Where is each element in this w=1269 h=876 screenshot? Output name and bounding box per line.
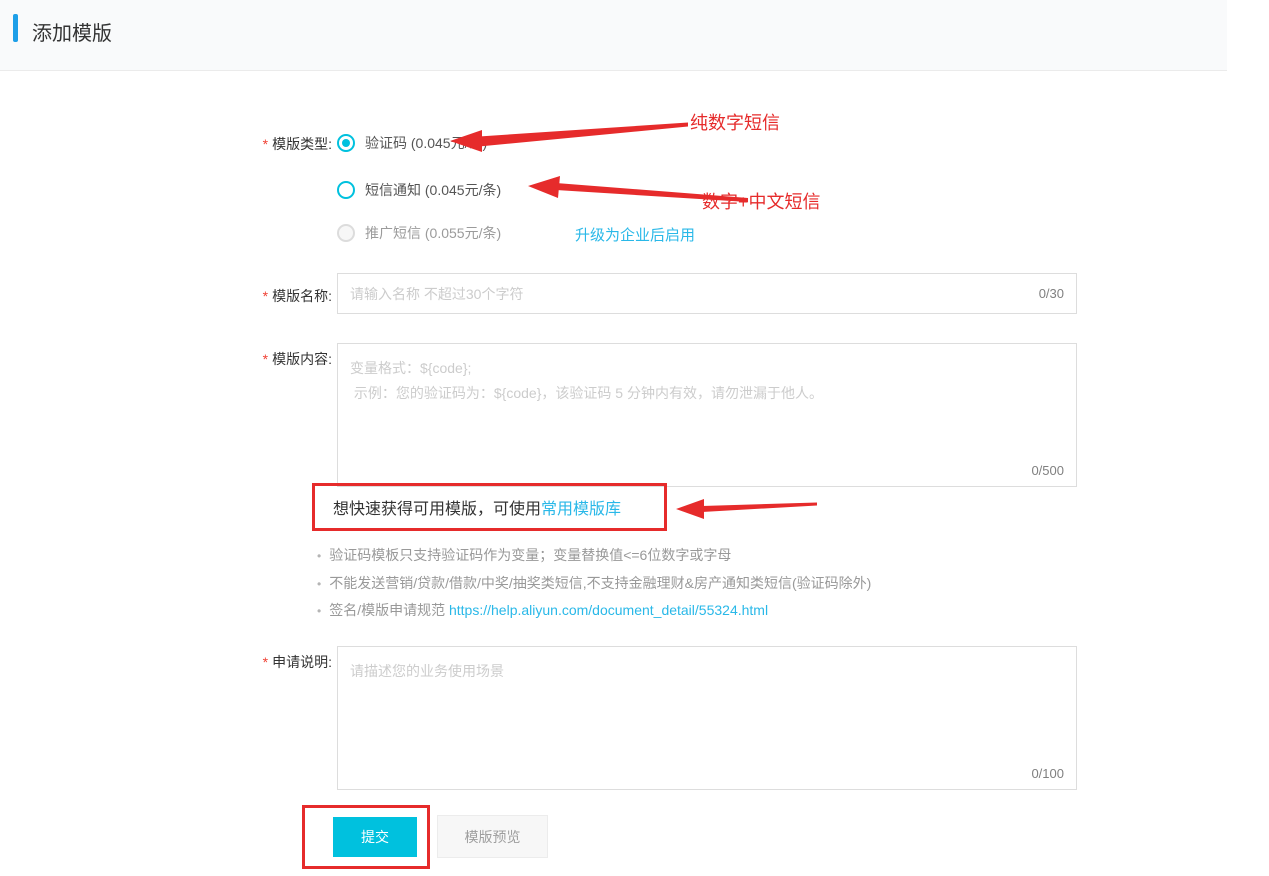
radio-selected-icon[interactable]: [337, 134, 355, 152]
radio-unselected-icon[interactable]: [337, 181, 355, 199]
template-name-input[interactable]: [338, 274, 1076, 313]
hint-text: 想快速获得可用模版，可使用: [333, 495, 541, 519]
apply-description-textarea[interactable]: [338, 647, 1076, 789]
required-asterisk: *: [263, 654, 268, 670]
required-asterisk: *: [263, 351, 268, 367]
add-template-page: 添加模版 *模版类型: 验证码 (0.045元/条) 短信通知 (0.045元/…: [0, 0, 1269, 876]
bullet-icon: •: [317, 549, 321, 563]
bullet-icon: •: [317, 604, 321, 618]
page-header: 添加模版: [0, 0, 1227, 71]
apply-description-label: *申请说明:: [200, 652, 332, 672]
bullet-icon: •: [317, 577, 321, 591]
name-char-counter: 0/30: [1039, 286, 1064, 301]
apply-description-field: 0/100: [337, 646, 1077, 790]
common-template-library-link[interactable]: 常用模版库: [541, 495, 621, 519]
note-forbidden-content: •不能发送营销/贷款/借款/中奖/抽奖类短信,不支持金融理财&房产通知类短信(验…: [317, 573, 871, 593]
hint-red-annotation-box: 想快速获得可用模版，可使用常用模版库: [312, 483, 667, 531]
radio-label: 推广短信 (0.055元/条): [365, 223, 501, 243]
radio-label: 短信通知 (0.045元/条): [365, 180, 501, 200]
annotation-digit-chinese-sms: 数字+中文短信: [702, 188, 821, 214]
template-name-label: *模版名称:: [200, 286, 332, 306]
radio-dot: [342, 139, 350, 147]
required-asterisk: *: [263, 136, 268, 152]
content-char-counter: 0/500: [1031, 463, 1064, 478]
required-asterisk: *: [263, 288, 268, 304]
template-name-field: 0/30: [337, 273, 1077, 314]
template-content-label: *模版内容:: [200, 349, 332, 369]
apply-char-counter: 0/100: [1031, 766, 1064, 781]
annotation-pure-digit-sms: 纯数字短信: [690, 109, 780, 135]
radio-option-sms-notification[interactable]: 短信通知 (0.045元/条): [337, 180, 501, 200]
submit-button[interactable]: 提交: [333, 817, 417, 857]
note-variable-rule: •验证码模板只支持验证码作为变量；变量替换值<=6位数字或字母: [317, 545, 731, 565]
radio-option-promo-sms: 推广短信 (0.055元/条): [337, 223, 501, 243]
radio-option-verification-code[interactable]: 验证码 (0.045元/条): [337, 133, 487, 153]
radio-label: 验证码 (0.045元/条): [365, 133, 487, 153]
template-preview-button[interactable]: 模版预览: [437, 815, 548, 858]
upgrade-enterprise-link[interactable]: 升级为企业后启用: [575, 224, 695, 245]
template-content-field: 0/500: [337, 343, 1077, 487]
title-accent-bar: [13, 14, 18, 42]
template-content-textarea[interactable]: [338, 344, 1076, 486]
spec-doc-link[interactable]: https://help.aliyun.com/document_detail/…: [449, 602, 768, 618]
note-spec-doc: •签名/模版申请规范 https://help.aliyun.com/docum…: [317, 600, 768, 620]
template-type-label: *模版类型:: [200, 134, 332, 154]
page-title: 添加模版: [32, 17, 112, 46]
radio-disabled-icon: [337, 224, 355, 242]
